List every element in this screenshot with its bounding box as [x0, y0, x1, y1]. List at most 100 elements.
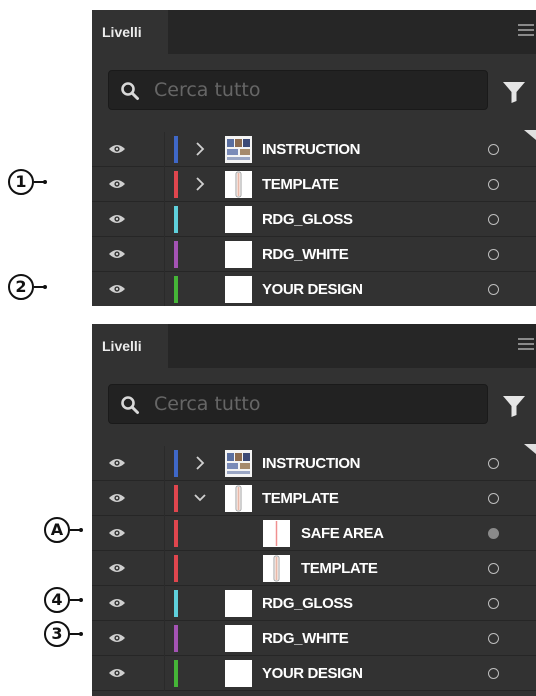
layer-row[interactable]: SAFE AREA: [92, 516, 536, 551]
target-circle-icon[interactable]: [488, 598, 499, 609]
column-divider: [164, 621, 165, 656]
blank-thumbnail-icon: [225, 276, 252, 303]
chevron-down-icon[interactable]: [192, 489, 208, 507]
layer-color-bar: [174, 241, 178, 268]
search-row: [92, 54, 536, 132]
search-icon: [121, 82, 139, 100]
search-box[interactable]: [108, 70, 488, 110]
column-divider: [164, 237, 165, 272]
eye-visibility-icon[interactable]: [108, 178, 126, 190]
target-circle-icon[interactable]: [488, 179, 499, 190]
eye-visibility-icon[interactable]: [108, 597, 126, 609]
layer-row[interactable]: RDG_WHITE: [92, 237, 536, 272]
filter-icon[interactable]: [502, 394, 526, 418]
chevron-right-icon[interactable]: [192, 454, 208, 472]
target-circle-icon[interactable]: [488, 493, 499, 504]
layer-name: TEMPLATE: [262, 176, 339, 193]
target-circle-icon[interactable]: [488, 249, 499, 260]
callout-label: 4: [44, 587, 70, 613]
blank-thumbnail-icon: [225, 625, 252, 652]
callout-label: 1: [8, 169, 34, 195]
panel-tab-bar: Livelli: [92, 10, 536, 54]
callout-label: 3: [44, 621, 70, 647]
chevron-right-icon[interactable]: [192, 140, 208, 158]
layers-panel-expanded: Livelli INSTRUCTION TEMPLATE SAFE AREA TEMP…: [92, 324, 536, 696]
layer-row[interactable]: INSTRUCTION: [92, 132, 536, 167]
column-divider: [164, 481, 165, 516]
layer-name: INSTRUCTION: [262, 455, 361, 472]
eye-visibility-icon[interactable]: [108, 457, 126, 469]
eye-visibility-icon[interactable]: [108, 283, 126, 295]
layer-name: YOUR DESIGN: [262, 665, 363, 682]
layer-row[interactable]: INSTRUCTION: [92, 446, 536, 481]
column-divider: [164, 551, 165, 586]
panel-menu-icon[interactable]: [518, 338, 534, 352]
template-thumbnail-icon: [263, 555, 290, 582]
target-circle-icon[interactable]: [488, 528, 499, 539]
column-divider: [164, 132, 165, 167]
layer-row[interactable]: RDG_GLOSS: [92, 202, 536, 237]
column-divider: [164, 516, 165, 551]
layer-name: INSTRUCTION: [262, 141, 361, 158]
blank-thumbnail-icon: [225, 241, 252, 268]
layer-row[interactable]: YOUR DESIGN: [92, 272, 536, 306]
layer-color-bar: [174, 590, 178, 617]
layer-color-bar: [174, 485, 178, 512]
target-circle-icon[interactable]: [488, 144, 499, 155]
column-divider: [164, 586, 165, 621]
column-divider: [164, 202, 165, 237]
layer-color-bar: [174, 555, 178, 582]
layer-list: INSTRUCTION TEMPLATE RDG_GLOSS RDG_WHITE YOU…: [92, 132, 536, 306]
safe-area-thumbnail-icon: [263, 520, 290, 547]
search-box[interactable]: [108, 384, 488, 424]
layer-color-bar: [174, 660, 178, 687]
eye-visibility-icon[interactable]: [108, 562, 126, 574]
layer-name: RDG_GLOSS: [262, 595, 353, 612]
column-divider: [164, 656, 165, 691]
eye-visibility-icon[interactable]: [108, 492, 126, 504]
chevron-right-icon[interactable]: [192, 175, 208, 193]
blank-thumbnail-icon: [225, 590, 252, 617]
tab-livelli[interactable]: Livelli: [92, 324, 168, 368]
eye-visibility-icon[interactable]: [108, 527, 126, 539]
eye-visibility-icon[interactable]: [108, 667, 126, 679]
search-input[interactable]: [154, 71, 474, 109]
panel-menu-icon[interactable]: [518, 24, 534, 38]
layer-name: TEMPLATE: [301, 560, 378, 577]
search-input[interactable]: [154, 385, 474, 423]
layer-row[interactable]: RDG_WHITE: [92, 621, 536, 656]
blank-thumbnail-icon: [225, 660, 252, 687]
layer-name: YOUR DESIGN: [262, 281, 363, 298]
target-circle-icon[interactable]: [488, 458, 499, 469]
layer-color-bar: [174, 206, 178, 233]
eye-visibility-icon[interactable]: [108, 213, 126, 225]
layer-name: TEMPLATE: [262, 490, 339, 507]
layer-row[interactable]: RDG_GLOSS: [92, 586, 536, 621]
column-divider: [164, 446, 165, 481]
search-row: [92, 368, 536, 446]
eye-visibility-icon[interactable]: [108, 143, 126, 155]
layer-row[interactable]: TEMPLATE: [92, 551, 536, 586]
tab-livelli[interactable]: Livelli: [92, 10, 168, 54]
layer-row[interactable]: YOUR DESIGN: [92, 656, 536, 691]
layer-row[interactable]: TEMPLATE: [92, 481, 536, 516]
layer-list: INSTRUCTION TEMPLATE SAFE AREA TEMPLATE RDG_…: [92, 446, 536, 691]
layer-color-bar: [174, 136, 178, 163]
callout-label: 2: [8, 274, 34, 300]
layer-name: RDG_WHITE: [262, 630, 349, 647]
search-icon: [121, 396, 139, 414]
layer-row[interactable]: TEMPLATE: [92, 167, 536, 202]
instruction-thumbnail-icon: [225, 136, 252, 163]
layer-color-bar: [174, 276, 178, 303]
callout-label: A: [44, 517, 70, 543]
column-divider: [164, 167, 165, 202]
target-circle-icon[interactable]: [488, 284, 499, 295]
filter-icon[interactable]: [502, 80, 526, 104]
eye-visibility-icon[interactable]: [108, 248, 126, 260]
target-circle-icon[interactable]: [488, 214, 499, 225]
target-circle-icon[interactable]: [488, 668, 499, 679]
eye-visibility-icon[interactable]: [108, 632, 126, 644]
target-circle-icon[interactable]: [488, 633, 499, 644]
target-circle-icon[interactable]: [488, 563, 499, 574]
layer-color-bar: [174, 450, 178, 477]
